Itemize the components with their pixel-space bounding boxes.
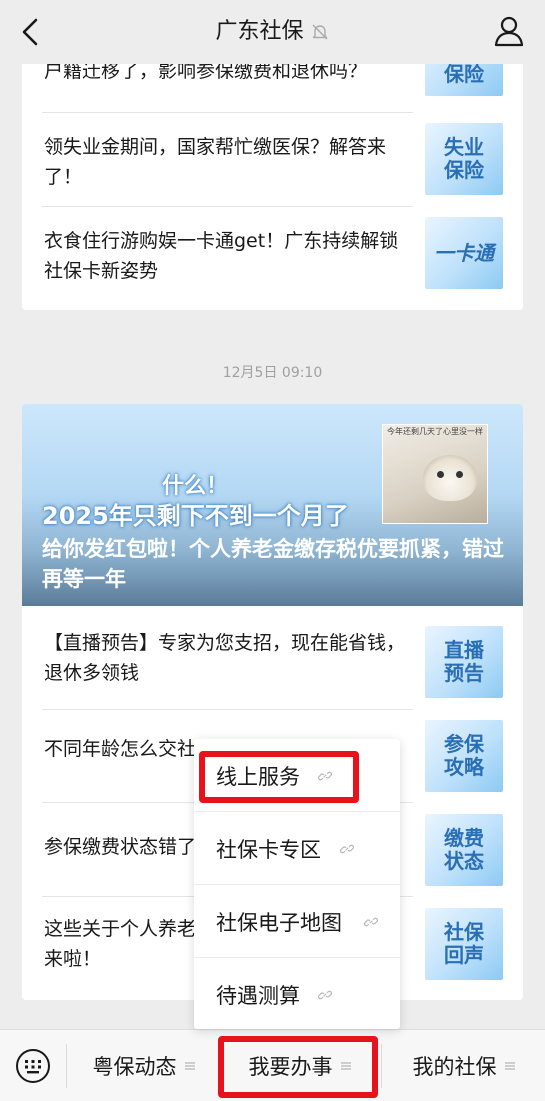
article-row[interactable]: 【直播预告】专家为您支招，现在能省钱，退休多领钱 直播 预告	[42, 616, 503, 710]
menu-lines-icon	[504, 1062, 515, 1070]
article-thumbnail: 失业 保险	[425, 123, 503, 195]
cat-image: 今年还剩几天了心里没一样	[382, 424, 488, 524]
article-title: 【直播预告】专家为您支招，现在能省钱，退休多领钱	[44, 632, 406, 684]
bottom-menu-bar: 粤保动态 我要办事 我的社保	[0, 1029, 545, 1101]
article-thumbnail: 一卡通	[425, 217, 503, 289]
article-card-previous: 户籍迁移了，影响参保缴费和退休吗？ 保险 领失业金期间，国家帮忙缴医保？解答来了…	[22, 40, 523, 310]
hero-banner[interactable]: 什么！ 2025年只剩下不到一个月了 今年还剩几天了心里没一样 给你发红包啦！个…	[22, 404, 523, 606]
hero-caption: 给你发红包啦！个人养老金缴存税优要抓紧，错过再等一年	[42, 537, 504, 591]
submenu-item-benefit-calc[interactable]: 待遇测算	[194, 958, 400, 1030]
submenu-item-label: 待遇测算	[216, 984, 300, 1008]
article-thumbnail: 参保 攻略	[425, 720, 503, 792]
menu-button-my-insurance[interactable]: 我的社保	[382, 1030, 545, 1101]
menu-button-services[interactable]: 我要办事	[221, 1030, 378, 1101]
keyboard-icon[interactable]	[15, 1048, 51, 1084]
message-timestamp: 12月5日 09:10	[222, 365, 323, 381]
article-thumbnail: 社保 回声	[425, 908, 503, 980]
menu-button-news[interactable]: 粤保动态	[67, 1030, 220, 1101]
submenu-item-online-services[interactable]: 线上服务	[194, 739, 400, 811]
divider	[42, 112, 413, 113]
submenu-item-label: 社保卡专区	[216, 838, 321, 862]
link-icon	[340, 844, 354, 854]
submenu-item-label: 社保电子地图	[216, 911, 342, 935]
link-icon	[318, 771, 332, 781]
link-icon	[318, 990, 332, 1000]
user-icon[interactable]	[493, 14, 525, 48]
submenu-item-label: 线上服务	[216, 765, 300, 789]
menu-lines-icon	[340, 1062, 351, 1070]
menu-lines-icon	[184, 1062, 195, 1070]
article-row[interactable]: 衣食住行游购娱一卡通get！广东持续解锁社保卡新姿势 一卡通	[42, 210, 503, 304]
menu-button-label: 粤保动态	[92, 1055, 177, 1079]
page-title-wrap: 广东社保	[0, 14, 545, 50]
page-title: 广东社保	[215, 19, 304, 44]
hero-headline-2: 2025年只剩下不到一个月了	[42, 502, 349, 530]
menu-button-label: 我的社保	[412, 1055, 497, 1079]
menu-button-label: 我要办事	[248, 1055, 333, 1079]
submenu-popup: 线上服务 社保卡专区 社保电子地图 待遇测算	[194, 739, 400, 1029]
link-icon	[364, 917, 378, 927]
bell-muted-icon	[312, 24, 327, 40]
article-title: 衣食住行游购娱一卡通get！广东持续解锁社保卡新姿势	[44, 230, 399, 282]
article-thumbnail: 缴费 状态	[425, 814, 503, 886]
top-bar: 广东社保	[0, 0, 545, 64]
submenu-item-e-map[interactable]: 社保电子地图	[194, 885, 400, 957]
submenu-item-card-zone[interactable]: 社保卡专区	[194, 812, 400, 884]
article-title: 领失业金期间，国家帮忙缴医保？解答来了！	[44, 136, 387, 188]
article-row[interactable]: 领失业金期间，国家帮忙缴医保？解答来了！ 失业 保险	[42, 116, 503, 210]
cat-face	[423, 455, 477, 501]
article-thumbnail: 直播 预告	[425, 626, 503, 698]
cat-image-text: 今年还剩几天了心里没一样	[387, 427, 483, 436]
divider	[42, 206, 413, 207]
